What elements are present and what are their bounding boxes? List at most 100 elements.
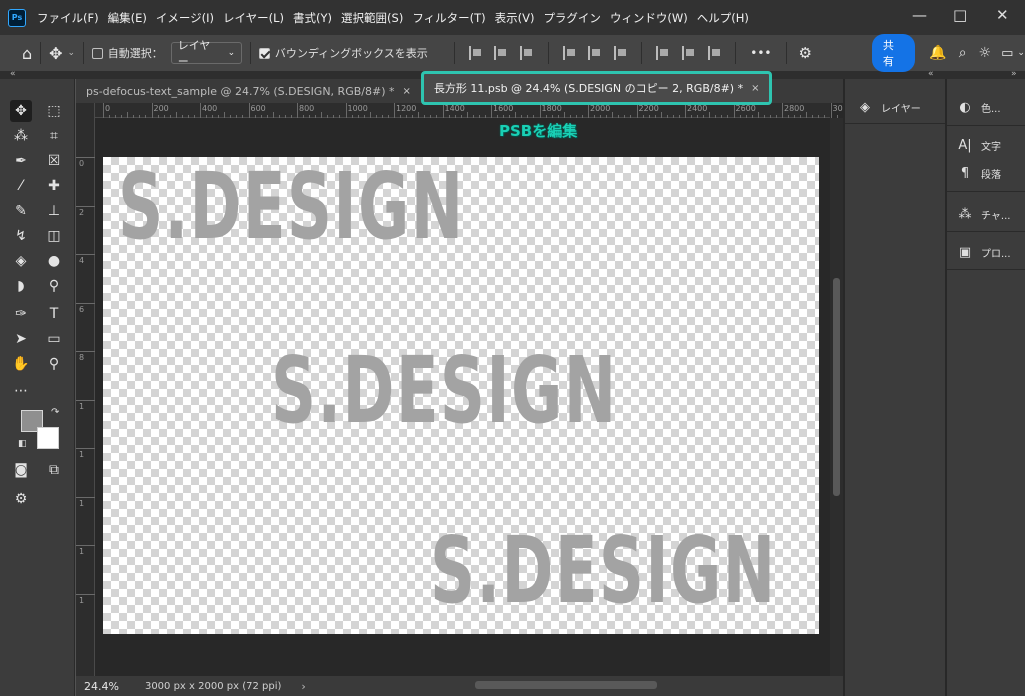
lightbulb-icon[interactable]: ☼ — [979, 45, 992, 61]
ruler-minor-tick — [272, 112, 274, 118]
menu-edit[interactable]: 編集(E) — [108, 10, 147, 26]
dodge-tool-icon[interactable]: ◗ — [10, 275, 32, 297]
distribute-right-icon[interactable] — [707, 46, 722, 60]
canvas[interactable]: S.DESIGN S.DESIGN S.DESIGN — [103, 157, 819, 634]
ruler-minor-tick — [309, 115, 311, 118]
marquee-tool-icon[interactable]: ⬚ — [43, 100, 65, 122]
status-menu-arrow[interactable]: › — [301, 680, 305, 693]
color-panel-button[interactable]: ◐ 色... — [957, 99, 1000, 115]
close-icon[interactable]: × — [402, 86, 410, 97]
swap-colors-icon[interactable]: ↷ — [51, 407, 59, 418]
home-icon[interactable]: ⌂ — [22, 44, 32, 63]
edit-toolbar-icon[interactable]: ⚙ — [10, 488, 32, 510]
align-middle-icon[interactable] — [588, 46, 602, 60]
move-tool-icon[interactable]: ✥ — [49, 44, 62, 63]
paint-bucket-tool-icon[interactable]: ◈ — [10, 250, 32, 272]
menu-image[interactable]: イメージ(I) — [156, 10, 214, 26]
more-tools-icon[interactable]: ⋯ — [10, 380, 32, 402]
ruler-label: 30 — [832, 104, 843, 113]
align-bottom-icon[interactable] — [613, 46, 628, 60]
object-select-tool-icon[interactable]: ⁂ — [10, 125, 32, 147]
ruler-minor-tick — [745, 115, 747, 118]
burn-tool-icon[interactable]: ⚲ — [43, 275, 65, 297]
rectangle-tool-icon[interactable]: ▭ — [43, 328, 65, 350]
menu-filter[interactable]: フィルター(T) — [412, 10, 485, 26]
paragraph-panel-button[interactable]: ¶ 段落 — [957, 165, 1001, 181]
stamp-tool-icon[interactable]: ⊥ — [43, 200, 65, 222]
healing-brush-tool-icon[interactable]: ✚ — [43, 175, 65, 197]
chevron-down-icon[interactable]: ⌄ — [1017, 48, 1025, 58]
type-tool-icon[interactable]: T — [43, 303, 65, 325]
background-color-swatch[interactable] — [37, 427, 59, 449]
hand-tool-icon[interactable]: ✋ — [10, 353, 32, 375]
more-options-button[interactable]: ••• — [750, 46, 771, 60]
zoom-level[interactable]: 24.4% — [84, 680, 119, 693]
align-left-icon[interactable] — [468, 46, 483, 60]
ruler-minor-tick — [357, 115, 359, 118]
gear-icon[interactable]: ⚙ — [798, 44, 811, 62]
channels-panel-button[interactable]: ⁂ チャ... — [957, 206, 1011, 222]
default-colors-icon[interactable]: ◧ — [18, 439, 27, 449]
close-button[interactable]: ✕ — [996, 6, 1009, 24]
brush-tool-icon[interactable]: ✎ — [10, 200, 32, 222]
distribute-center-icon[interactable] — [682, 46, 696, 60]
menu-select[interactable]: 選択範囲(S) — [341, 10, 403, 26]
history-brush-tool-icon[interactable]: ↯ — [10, 225, 32, 247]
bounding-box-checkbox[interactable] — [259, 47, 270, 59]
path-select-tool-icon[interactable]: ➤ — [10, 328, 32, 350]
ruler-minor-tick — [351, 115, 353, 118]
minimize-button[interactable]: — — [912, 6, 927, 24]
divider — [845, 123, 945, 124]
vertical-scroll-thumb[interactable] — [833, 278, 840, 496]
pen-select-tool-icon[interactable]: ✒ — [10, 150, 32, 172]
properties-panel-button[interactable]: ▣ プロ... — [957, 244, 1011, 260]
workspace-icon[interactable]: ▭ — [1001, 46, 1013, 61]
collapse-right-icon[interactable]: » — [1011, 69, 1017, 79]
ruler-tick — [76, 157, 95, 158]
ruler-tick — [491, 103, 492, 118]
align-top-icon[interactable] — [562, 46, 577, 60]
ruler-minor-tick — [824, 115, 826, 118]
align-center-icon[interactable] — [494, 46, 508, 60]
ruler-minor-tick — [163, 115, 165, 118]
menu-help[interactable]: ヘルプ(H) — [697, 10, 749, 26]
search-icon[interactable]: ⌕ — [959, 45, 967, 61]
crop-tool-icon[interactable]: ⌗ — [43, 125, 65, 147]
bell-icon[interactable]: 🔔 — [929, 45, 946, 61]
auto-select-checkbox[interactable] — [92, 47, 103, 59]
blur-tool-icon[interactable]: ● — [43, 250, 65, 272]
zoom-tool-icon[interactable]: ⚲ — [43, 353, 65, 375]
ruler-label: 1 — [79, 498, 85, 508]
share-button[interactable]: 共有 — [871, 34, 916, 72]
collapse-mid-icon[interactable]: « — [928, 69, 934, 79]
pen-tool-icon[interactable]: ✑ — [10, 303, 32, 325]
tab-defocus-sample[interactable]: ps-defocus-text_sample @ 24.7% (S.DESIGN… — [76, 79, 421, 103]
layers-panel-button[interactable]: ◈ レイヤー — [857, 99, 921, 115]
horizontal-scroll-thumb[interactable] — [475, 681, 657, 689]
collapse-left-icon[interactable]: « — [10, 69, 16, 79]
menu-type[interactable]: 書式(Y) — [293, 10, 332, 26]
distribute-left-icon[interactable] — [656, 46, 670, 60]
character-panel-button[interactable]: A| 文字 — [957, 137, 1001, 153]
menu-view[interactable]: 表示(V) — [495, 10, 535, 26]
divider — [947, 191, 1025, 192]
align-right-icon[interactable] — [519, 46, 534, 60]
tab-psb-active[interactable]: 長方形 11.psb @ 24.4% (S.DESIGN のコピー 2, RGB… — [420, 71, 773, 105]
ruler-minor-tick — [642, 115, 644, 118]
eyedropper-tool-icon[interactable]: ⁄ — [10, 175, 32, 197]
quick-mask-icon[interactable]: ◙ — [10, 459, 32, 481]
menu-window[interactable]: ウィンドウ(W) — [610, 10, 688, 26]
auto-select-target-dropdown[interactable]: レイヤー ⌄ — [170, 39, 243, 68]
screen-mode-icon[interactable]: ⧉ — [43, 459, 65, 481]
ruler-minor-tick — [109, 115, 111, 118]
maximize-button[interactable]: □ — [953, 6, 967, 24]
eraser-tool-icon[interactable]: ◫ — [43, 225, 65, 247]
menu-file[interactable]: ファイル(F) — [37, 10, 99, 26]
menu-layer[interactable]: レイヤー(L) — [223, 10, 284, 26]
chevron-down-icon[interactable]: ⌄ — [68, 48, 76, 58]
frame-tool-icon[interactable]: ☒ — [43, 150, 65, 172]
menu-plugins[interactable]: プラグイン — [543, 10, 601, 26]
move-tool-icon[interactable]: ✥ — [10, 100, 32, 122]
ruler-minor-tick — [581, 115, 583, 118]
close-icon[interactable]: × — [751, 83, 759, 94]
